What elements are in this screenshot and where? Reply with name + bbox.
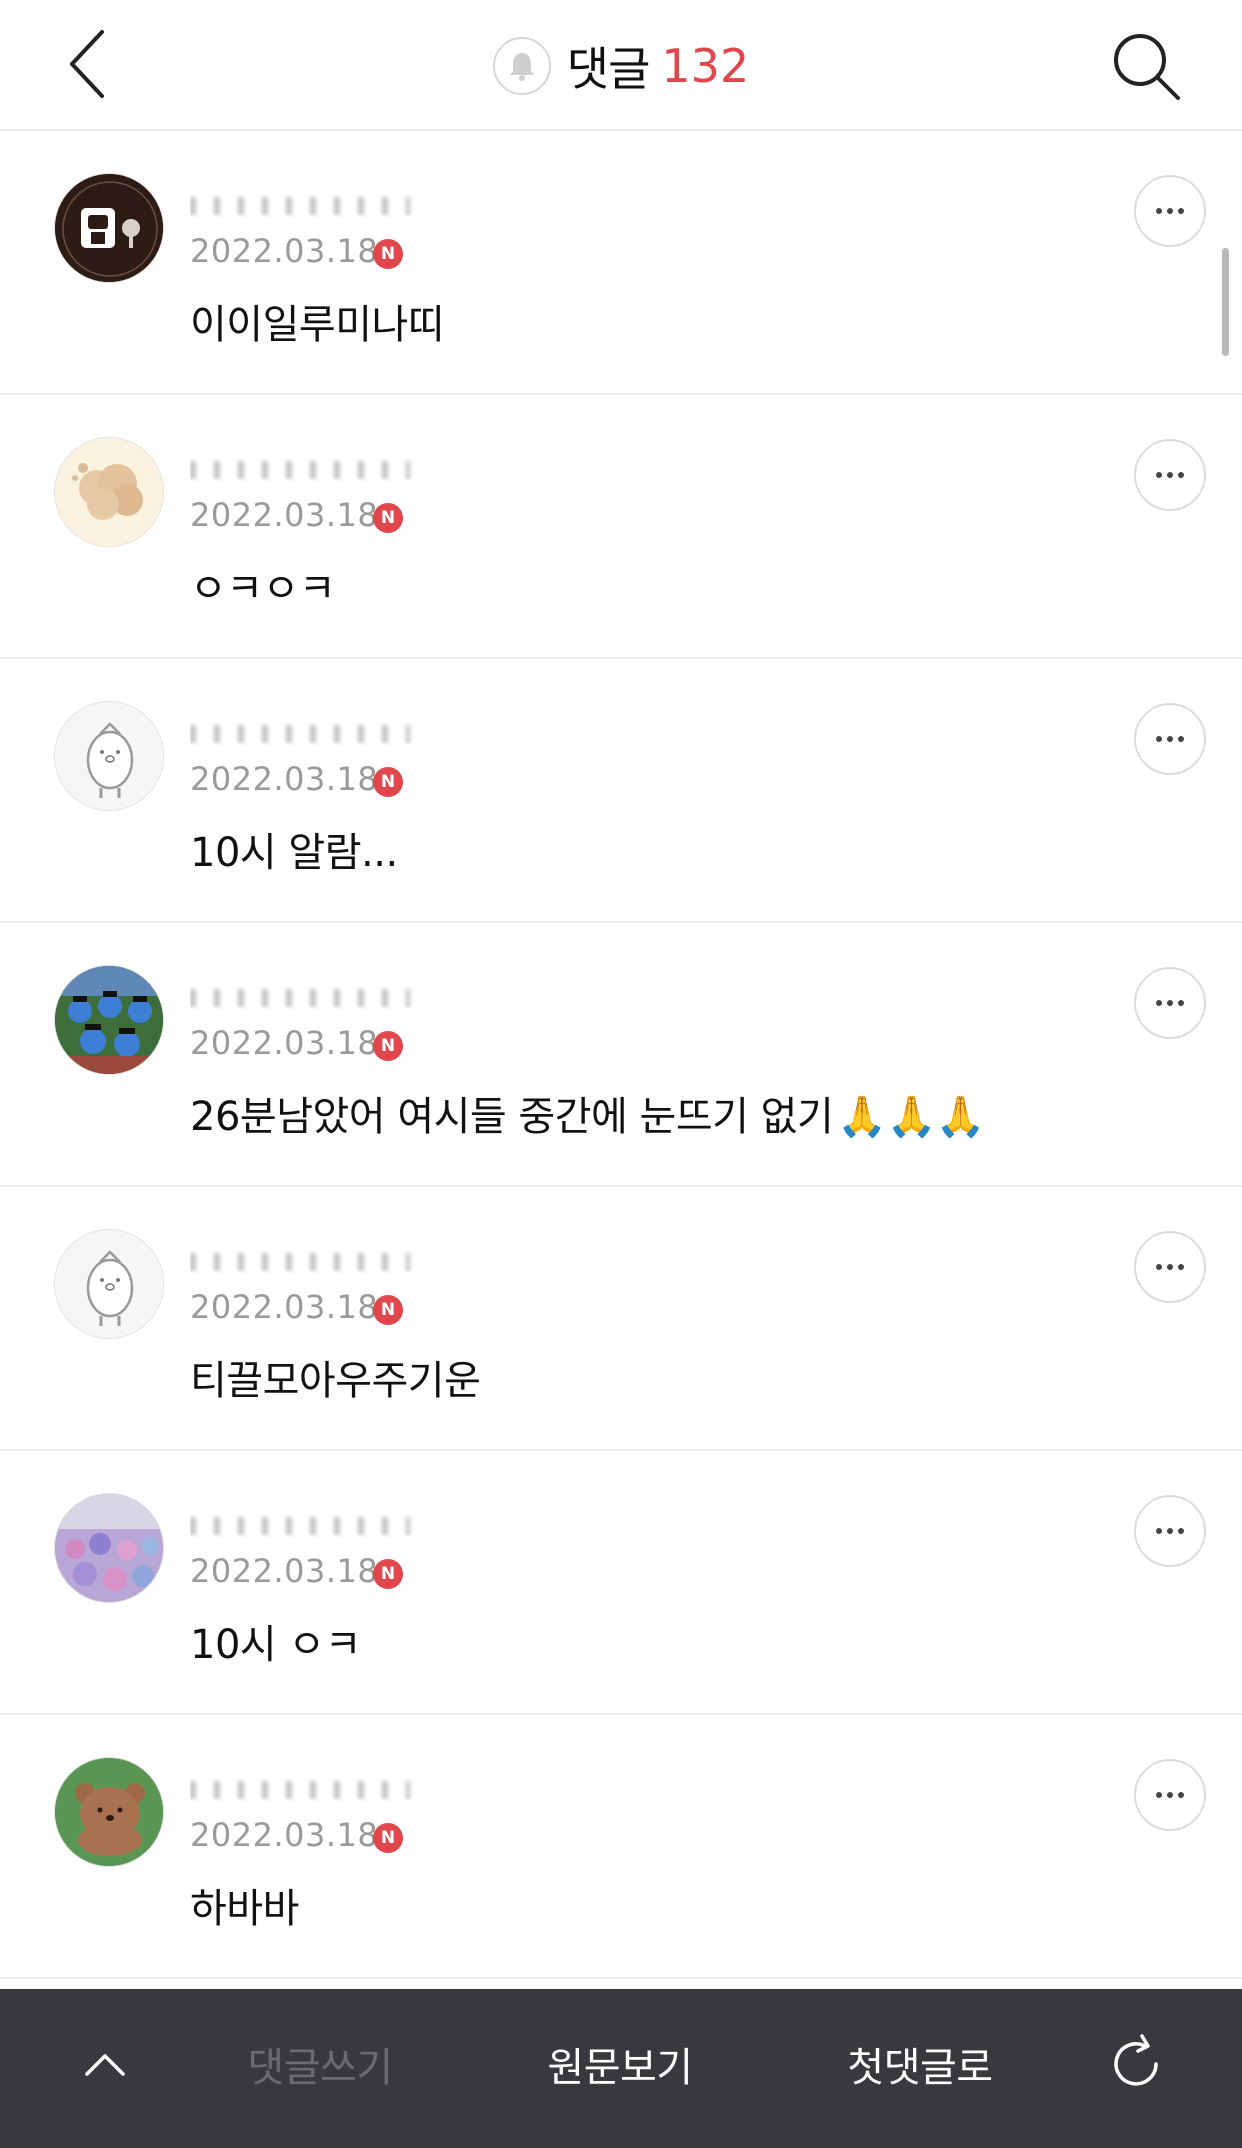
comment-text: 이이일루미나띠	[190, 302, 445, 348]
comment-text: 10시 알람...	[190, 830, 398, 876]
new-badge: N	[373, 767, 403, 797]
comment-item: 2022.03.18 N ㅇㅋㅇㅋ	[0, 395, 1242, 659]
cloud-character-image	[55, 438, 163, 546]
view-original-button[interactable]: 원문보기	[520, 1989, 720, 2139]
more-icon	[1156, 1528, 1184, 1534]
scroll-top-button[interactable]	[60, 1989, 150, 2139]
more-options-button[interactable]	[1134, 439, 1206, 511]
new-badge: N	[373, 1295, 403, 1325]
new-badge: N	[373, 1823, 403, 1853]
nickname-blurred	[190, 191, 420, 217]
notification-toggle[interactable]	[492, 36, 551, 95]
more-icon	[1156, 472, 1184, 478]
more-icon	[1156, 1264, 1184, 1270]
penguin-default-image	[55, 1230, 163, 1338]
more-icon	[1156, 736, 1184, 742]
penguin-default-image	[55, 702, 163, 810]
comment-count: 132	[661, 38, 750, 93]
comment-date: 2022.03.18	[190, 760, 379, 798]
more-options-button[interactable]	[1134, 1495, 1206, 1567]
top-bar: 댓글 132	[0, 0, 1242, 131]
comment-item: 2022.03.18 N 26분남았어 여시들 중간에 눈뜨기 없기 🙏🙏🙏	[0, 923, 1242, 1187]
pray-emoji: 🙏🙏🙏	[837, 1094, 986, 1140]
chevron-left-icon	[70, 30, 104, 98]
comment-date: 2022.03.18	[190, 1816, 379, 1854]
bottom-toolbar: 댓글쓰기 원문보기 첫댓글로	[0, 1989, 1242, 2148]
back-button[interactable]	[58, 26, 118, 102]
avatar[interactable]	[54, 1757, 164, 1867]
avatar[interactable]	[54, 437, 164, 547]
write-comment-button[interactable]: 댓글쓰기	[220, 1989, 420, 2139]
more-options-button[interactable]	[1134, 1231, 1206, 1303]
comment-date: 2022.03.18	[190, 496, 379, 534]
avatar[interactable]	[54, 173, 164, 283]
search-icon	[1114, 34, 1180, 100]
comment-item: 2022.03.18 N 티끌모아우주기운	[0, 1187, 1242, 1451]
flower-field-image	[55, 1494, 163, 1602]
comment-item: 2022.03.18 N 10시 ㅇㅋ	[0, 1451, 1242, 1715]
new-badge: N	[373, 1031, 403, 1061]
comment-item: 2022.03.18 N 하바바	[0, 1715, 1242, 1979]
more-icon	[1156, 1000, 1184, 1006]
more-icon	[1156, 208, 1184, 214]
first-comment-button[interactable]: 첫댓글로	[820, 1989, 1020, 2139]
comment-list[interactable]: 2022.03.18 N 이이일루미나띠 2022.03.18 N ㅇㅋㅇㅋ 2…	[0, 131, 1242, 1979]
search-button[interactable]	[1110, 30, 1184, 104]
crowd-cartoon-image	[55, 966, 163, 1074]
comment-date: 2022.03.18	[190, 1024, 379, 1062]
more-options-button[interactable]	[1134, 1759, 1206, 1831]
avatar[interactable]	[54, 965, 164, 1075]
comment-item: 2022.03.18 N 이이일루미나띠	[0, 131, 1242, 395]
nickname-blurred	[190, 1511, 420, 1537]
comment-date: 2022.03.18	[190, 1552, 379, 1590]
avatar[interactable]	[54, 701, 164, 811]
bam-logo-image	[55, 174, 163, 282]
comment-text: 티끌모아우주기운	[190, 1358, 481, 1404]
comment-date: 2022.03.18	[190, 1288, 379, 1326]
avatar[interactable]	[54, 1493, 164, 1603]
nickname-blurred	[190, 719, 420, 745]
more-options-button[interactable]	[1134, 967, 1206, 1039]
comment-text: ㅇㅋㅇㅋ	[190, 566, 336, 612]
chevron-up-icon	[85, 2054, 125, 2076]
avatar[interactable]	[54, 1229, 164, 1339]
more-icon	[1156, 1792, 1184, 1798]
comment-text: 하바바	[190, 1886, 299, 1932]
nickname-blurred	[190, 983, 420, 1009]
page-title-group: 댓글 132	[492, 33, 750, 99]
bell-icon	[509, 52, 534, 81]
page-title: 댓글	[566, 41, 651, 96]
new-badge: N	[373, 503, 403, 533]
new-badge: N	[373, 239, 403, 269]
scrollbar[interactable]	[1222, 248, 1229, 356]
refresh-icon	[1114, 2034, 1158, 2086]
comment-text: 10시 ㅇㅋ	[190, 1622, 362, 1668]
comment-date: 2022.03.18	[190, 232, 379, 270]
comment-text-body: 26분남았어 여시들 중간에 눈뜨기 없기	[190, 1094, 834, 1140]
more-options-button[interactable]	[1134, 175, 1206, 247]
bear-character-image	[55, 1758, 163, 1866]
comment-item: 2022.03.18 N 10시 알람...	[0, 659, 1242, 923]
nickname-blurred	[190, 1775, 420, 1801]
more-options-button[interactable]	[1134, 703, 1206, 775]
nickname-blurred	[190, 455, 420, 481]
comment-text: 26분남았어 여시들 중간에 눈뜨기 없기 🙏🙏🙏	[190, 1091, 986, 1143]
nickname-blurred	[190, 1247, 420, 1273]
refresh-button[interactable]	[1096, 1989, 1176, 2139]
new-badge: N	[373, 1559, 403, 1589]
